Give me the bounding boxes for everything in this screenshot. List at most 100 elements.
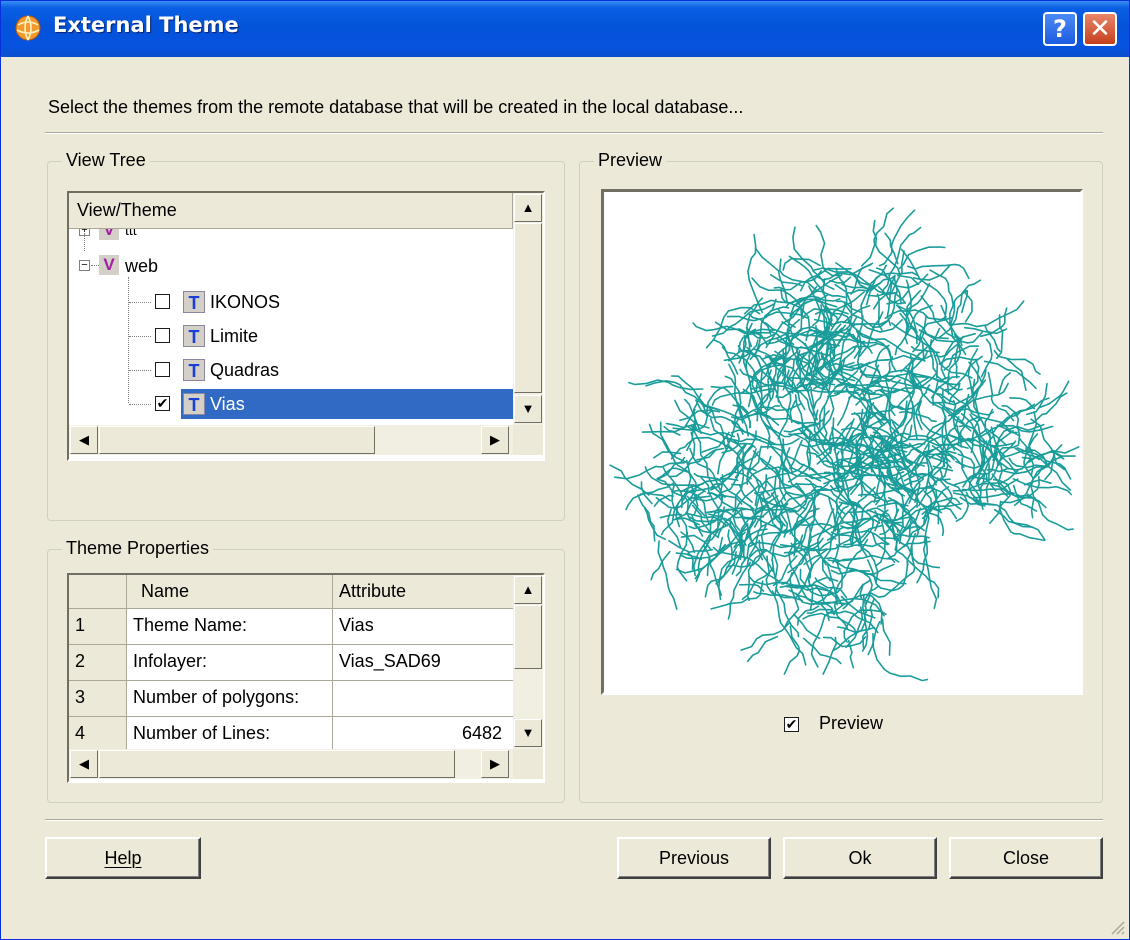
tree-line [129, 370, 151, 371]
road-segment [732, 438, 761, 443]
view-tree-panel[interactable]: View/Theme + V ttt − V web T IKONOS T Li… [67, 191, 545, 461]
scroll-right-button[interactable]: ▶ [481, 750, 509, 778]
scroll-thumb[interactable] [514, 605, 542, 669]
scroll-up-button[interactable]: ▲ [514, 194, 542, 222]
check-icon: ✔ [156, 395, 169, 411]
theme-checkbox[interactable] [155, 328, 170, 343]
theme-label: Quadras [210, 360, 280, 380]
cell-name[interactable]: Theme Name: [127, 609, 333, 645]
preview-checkbox[interactable]: ✔ [784, 717, 799, 732]
scroll-thumb[interactable] [99, 750, 455, 778]
cell-attribute[interactable]: Vias [333, 609, 513, 645]
road-segment [922, 536, 938, 610]
preview-legend: Preview [594, 150, 667, 171]
help-title-button[interactable]: ? [1043, 12, 1077, 46]
grid-horizontal-scrollbar[interactable]: ◀ ▶ [69, 749, 513, 779]
road-segment [670, 375, 719, 411]
road-segment [836, 466, 841, 493]
help-button[interactable]: Help [45, 837, 201, 879]
check-icon: ✔ [785, 716, 798, 732]
cell-attribute[interactable]: 6482 [333, 717, 513, 749]
view-icon: V [99, 255, 119, 275]
scroll-thumb[interactable] [99, 426, 375, 454]
arrow-down-icon: ▼ [521, 401, 535, 416]
road-segment [761, 457, 783, 503]
road-segment [771, 590, 807, 666]
scroll-corner [513, 749, 543, 779]
theme-checkbox[interactable] [155, 362, 170, 377]
tree-row-view-web[interactable]: − V web [69, 251, 513, 281]
tree-horizontal-scrollbar[interactable]: ◀ ▶ [69, 425, 513, 455]
road-segment [936, 477, 953, 509]
properties-grid[interactable]: Name Attribute 1 Theme Name: Vias 2 Info… [67, 573, 545, 783]
grid-vertical-scrollbar[interactable]: ▲ ▼ [513, 575, 543, 749]
help-button-label: Help [104, 848, 142, 868]
grid-corner-header [69, 575, 127, 609]
close-button[interactable]: Close [949, 837, 1103, 879]
road-segment [1023, 479, 1052, 486]
external-theme-dialog: External Theme ? ✕ Select the themes fro… [0, 0, 1130, 940]
arrow-down-icon: ▼ [521, 725, 535, 740]
scroll-corner [513, 425, 543, 455]
theme-checkbox-checked[interactable]: ✔ [155, 396, 170, 411]
tree-line [129, 336, 151, 337]
previous-button[interactable]: Previous [617, 837, 771, 879]
road-segment [637, 494, 656, 542]
arrow-right-icon: ▶ [490, 756, 500, 771]
road-segment [862, 563, 895, 575]
scroll-left-button[interactable]: ◀ [70, 750, 98, 778]
view-label: web [125, 256, 159, 276]
app-globe-icon [15, 15, 41, 41]
scroll-down-button[interactable]: ▼ [514, 395, 542, 423]
cell-attribute[interactable]: Vias_SAD69 [333, 645, 513, 681]
resize-grip-icon[interactable] [1107, 917, 1125, 935]
tree-vertical-scrollbar[interactable]: ▲ ▼ [513, 193, 543, 425]
cell-name[interactable]: Infolayer: [127, 645, 333, 681]
scroll-left-button[interactable]: ◀ [70, 426, 98, 454]
tree-line [129, 404, 151, 405]
ok-button[interactable]: Ok [783, 837, 937, 879]
row-number: 3 [69, 681, 127, 717]
close-icon: ✕ [1089, 14, 1111, 44]
road-segment [983, 360, 1037, 390]
road-segment [925, 283, 948, 322]
close-title-button[interactable]: ✕ [1083, 12, 1117, 46]
theme-checkbox[interactable] [155, 294, 170, 309]
road-segment [727, 561, 752, 620]
view-theme-column-header[interactable]: View/Theme [69, 193, 513, 229]
tree-row-theme-limite[interactable]: T Limite [69, 321, 513, 351]
scroll-right-button[interactable]: ▶ [481, 426, 509, 454]
tree-content: + V ttt − V web T IKONOS T Limite T Quad… [69, 229, 513, 425]
view-icon: V [99, 229, 119, 240]
scroll-up-button[interactable]: ▲ [514, 576, 542, 604]
road-segment [609, 464, 650, 496]
road-network-map [609, 207, 1080, 682]
arrow-up-icon: ▲ [521, 200, 535, 215]
preview-checkbox-label[interactable]: Preview [819, 713, 883, 734]
theme-properties-legend: Theme Properties [62, 538, 214, 559]
collapse-minus-icon[interactable]: − [79, 260, 90, 271]
grid-header-name[interactable]: Name [127, 575, 333, 609]
tree-row-theme-ikonos[interactable]: T IKONOS [69, 287, 513, 317]
grid-header-attribute[interactable]: Attribute [333, 575, 513, 609]
road-segment [740, 622, 790, 651]
tree-row-partial-view[interactable]: + V ttt [69, 229, 513, 245]
close-button-label: Close [1002, 848, 1050, 868]
title-bar[interactable]: External Theme ? ✕ [1, 1, 1129, 57]
row-number: 4 [69, 717, 127, 749]
theme-icon: T [183, 393, 205, 415]
scroll-thumb[interactable] [514, 223, 542, 393]
road-segment [980, 338, 993, 378]
tree-row-theme-quadras[interactable]: T Quadras [69, 355, 513, 385]
tree-row-theme-vias[interactable]: ✔ T Vias [69, 389, 513, 419]
scroll-down-button[interactable]: ▼ [514, 719, 542, 747]
separator [45, 132, 1103, 134]
theme-icon: T [183, 325, 205, 347]
cell-name[interactable]: Number of polygons: [127, 681, 333, 717]
road-segment [974, 445, 985, 478]
cell-attribute[interactable] [333, 681, 513, 717]
theme-label: IKONOS [210, 292, 281, 312]
road-segment [706, 557, 710, 577]
road-segment [863, 585, 880, 613]
cell-name[interactable]: Number of Lines: [127, 717, 333, 749]
